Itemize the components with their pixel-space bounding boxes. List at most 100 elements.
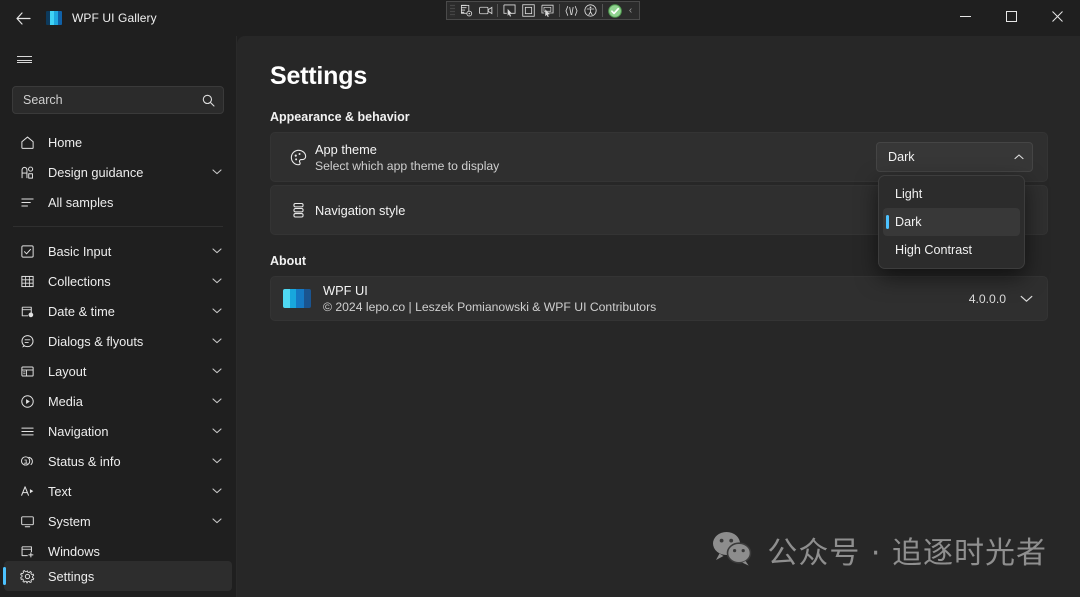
sidebar-item-label: Basic Input <box>48 244 111 259</box>
search-icon[interactable] <box>202 94 215 107</box>
wechat-watermark: 公众号 · 追逐时光者 <box>711 528 1047 572</box>
sidebar-item-settings[interactable]: Settings <box>4 561 232 591</box>
sidebar-item-label: Collections <box>48 274 111 289</box>
layout-panel-icon <box>18 362 36 380</box>
go-to-live-visual-tree-icon[interactable] <box>457 2 476 19</box>
card-title: Navigation style <box>315 203 405 218</box>
search-box[interactable] <box>12 86 224 114</box>
title-bar: WPF UI Gallery <box>0 0 1080 36</box>
back-arrow-icon[interactable] <box>6 3 40 33</box>
version-label: 4.0.0.0 <box>969 292 1006 306</box>
card-subtitle: Select which app theme to display <box>315 159 499 173</box>
wpf-ui-logo-icon <box>283 289 311 308</box>
chevron-up-icon[interactable] <box>1014 152 1024 162</box>
screenshot-camera-icon[interactable] <box>476 2 495 19</box>
monitor-icon <box>18 512 36 530</box>
sidebar-item-date-time[interactable]: Date & time <box>4 296 232 326</box>
sidebar-item-label: All samples <box>48 195 113 210</box>
chevron-down-icon[interactable] <box>212 308 222 314</box>
navigation-list: Home Design guidance <box>0 127 236 561</box>
design-guidance-icon <box>18 163 36 181</box>
sidebar-item-label: System <box>48 514 91 529</box>
app-window: WPF UI Gallery <box>0 0 1080 597</box>
chevron-down-icon[interactable] <box>212 278 222 284</box>
chevron-down-icon[interactable] <box>212 518 222 524</box>
theme-combobox-wrap: Dark Light Dark High Contrast <box>876 142 1033 172</box>
display-layout-adorners-icon[interactable] <box>519 2 538 19</box>
navigation-sidebar: Home Design guidance <box>0 36 237 597</box>
sidebar-item-label: Media <box>48 394 83 409</box>
sidebar-item-home[interactable]: Home <box>4 127 232 157</box>
xaml-hot-reload-icon[interactable] <box>562 2 581 19</box>
watermark-text: 公众号 · 追逐时光者 <box>767 528 1047 572</box>
all-samples-list-icon <box>18 193 36 211</box>
sidebar-divider <box>13 226 223 227</box>
maximize-button[interactable] <box>988 0 1034 32</box>
chevron-down-icon[interactable] <box>212 458 222 464</box>
sidebar-item-label: Text <box>48 484 71 499</box>
sidebar-item-navigation[interactable]: Navigation <box>4 416 232 446</box>
about-card[interactable]: WPF UI © 2024 lepo.co | Leszek Pomianows… <box>270 276 1048 321</box>
window-title: WPF UI Gallery <box>72 11 157 25</box>
window-controls <box>942 0 1080 32</box>
theme-option-dark[interactable]: Dark <box>883 208 1020 236</box>
chevron-down-icon[interactable] <box>212 248 222 254</box>
sidebar-item-layout[interactable]: Layout <box>4 356 232 386</box>
grid-table-icon <box>18 272 36 290</box>
sidebar-item-text[interactable]: Text <box>4 476 232 506</box>
card-title: App theme <box>315 142 499 157</box>
sidebar-item-system[interactable]: System <box>4 506 232 536</box>
card-subtitle: © 2024 lepo.co | Leszek Pomianowski & WP… <box>323 300 656 314</box>
search-input[interactable] <box>23 93 202 107</box>
sidebar-item-status-info[interactable]: Status & info <box>4 446 232 476</box>
home-icon <box>18 133 36 151</box>
hamburger-menu-icon[interactable] <box>6 42 42 76</box>
sidebar-item-label: Windows <box>48 544 100 559</box>
chevron-down-icon[interactable] <box>1020 295 1033 303</box>
gear-icon <box>18 567 36 585</box>
theme-option-high-contrast[interactable]: High Contrast <box>883 236 1020 264</box>
minimize-button[interactable] <box>942 0 988 32</box>
theme-option-light[interactable]: Light <box>883 180 1020 208</box>
card-title: WPF UI <box>323 283 656 298</box>
chevron-down-icon[interactable] <box>212 428 222 434</box>
page-title: Settings <box>270 62 1048 91</box>
sidebar-item-windows[interactable]: Windows <box>4 536 232 561</box>
chevron-down-icon[interactable] <box>212 398 222 404</box>
select-element-icon[interactable] <box>500 2 519 19</box>
track-focused-element-icon[interactable] <box>538 2 557 19</box>
sidebar-item-label: Home <box>48 135 82 150</box>
chevron-down-icon[interactable] <box>212 169 222 175</box>
navigation-style-text: Navigation style <box>315 203 405 218</box>
sidebar-item-label: Layout <box>48 364 86 379</box>
app-theme-text: App theme Select which app theme to disp… <box>315 142 499 173</box>
sidebar-item-label: Status & info <box>48 454 121 469</box>
about-control: 4.0.0.0 <box>969 292 1033 306</box>
sidebar-item-media[interactable]: Media <box>4 386 232 416</box>
app-theme-card: App theme Select which app theme to disp… <box>270 132 1048 182</box>
chat-bubble-icon <box>18 332 36 350</box>
sidebar-item-all-samples[interactable]: All samples <box>4 187 232 217</box>
section-heading-appearance: Appearance & behavior <box>270 110 1048 124</box>
sidebar-item-basic-input[interactable]: Basic Input <box>4 236 232 266</box>
chevron-down-icon[interactable] <box>212 488 222 494</box>
close-button[interactable] <box>1034 0 1080 32</box>
chevron-down-icon[interactable] <box>212 338 222 344</box>
chevron-down-icon[interactable] <box>212 368 222 374</box>
checkbox-icon <box>18 242 36 260</box>
sidebar-item-dialogs-flyouts[interactable]: Dialogs & flyouts <box>4 326 232 356</box>
navigation-lines-icon <box>18 422 36 440</box>
diagnostics-toolbar: ‹ <box>446 1 640 20</box>
window-body: Home Design guidance <box>0 36 1080 597</box>
sidebar-item-design-guidance[interactable]: Design guidance <box>4 157 232 187</box>
theme-combobox[interactable]: Dark <box>876 142 1033 172</box>
text-edit-icon <box>18 482 36 500</box>
play-circle-icon <box>18 392 36 410</box>
navigation-style-icon <box>281 201 315 220</box>
accessibility-icon[interactable] <box>581 2 600 19</box>
hot-reload-enabled-icon[interactable] <box>605 2 624 19</box>
toolbar-drag-handle[interactable] <box>450 4 455 17</box>
sidebar-item-label: Settings <box>48 569 94 584</box>
collapse-toolbar-button[interactable]: ‹ <box>624 5 637 16</box>
sidebar-item-collections[interactable]: Collections <box>4 266 232 296</box>
